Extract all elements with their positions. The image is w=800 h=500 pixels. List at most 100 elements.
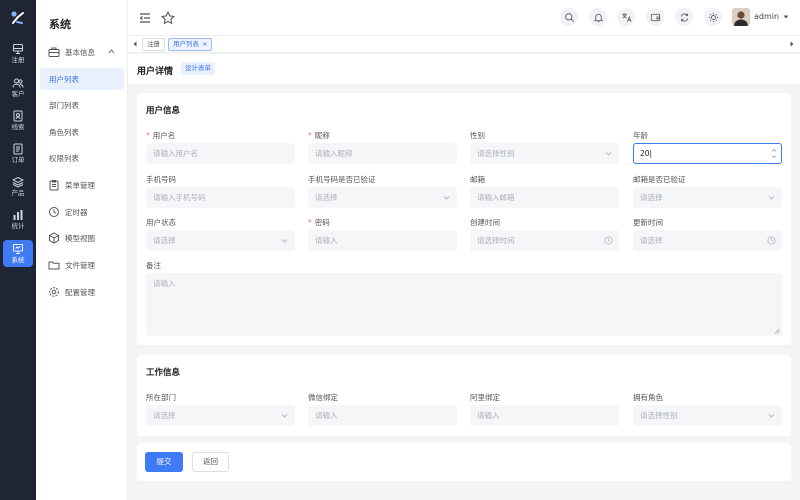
department-select[interactable]: 请选择 [146,405,295,426]
menu-item-model-view[interactable]: 模型视图 [40,227,124,249]
phone-verified-select[interactable]: 请选择 [308,187,457,208]
layers-icon [12,176,24,188]
submenu-panel: 系统 基本信息 用户列表 部门列表 角色列表 权限列表 菜单管理 定时器 模型视… [36,0,128,500]
user-status-select[interactable]: 请选择 [146,230,295,251]
chevron-down-icon [443,196,450,200]
rail-item-products[interactable]: 产品 [3,173,33,200]
clipboard-icon [49,180,59,191]
app-rail: 注册 客户 线索 订单 产品 统计 系统 [0,0,36,500]
tab-label: 注册 [147,40,160,48]
field-label-roles: 拥有角色 [633,393,663,402]
field-label-email: 邮箱 [470,175,485,184]
updated-time-picker[interactable]: 请选择 [633,230,782,251]
menu-item-config-manage[interactable]: 配置管理 [40,281,124,303]
tab-label: 用户列表 [173,40,199,48]
document-icon [13,143,23,155]
menu-group-basic-info[interactable]: 基本信息 [40,41,124,63]
tab-register[interactable]: 注册 [142,38,165,51]
search-button[interactable] [560,8,578,26]
wallet-button[interactable] [646,8,664,26]
menu-group-label: 基本信息 [65,47,95,57]
field-label-wechat: 微信绑定 [308,393,338,402]
rail-item-system[interactable]: 系统 [3,240,33,267]
alibaba-input[interactable]: 请输入 [470,405,619,426]
phone-input[interactable]: 请输入手机号码 [146,187,295,208]
tab-scroll-right-icon[interactable] [788,40,796,48]
theme-toggle-button[interactable] [704,8,722,26]
created-time-picker[interactable]: 请选择时间 [470,230,619,251]
resize-handle-icon[interactable] [774,328,780,334]
menu-item-menu-manage[interactable]: 菜单管理 [40,174,124,196]
password-input[interactable]: 请输入 [308,230,457,251]
username-input[interactable]: 请输入用户名 [146,143,295,164]
rail-item-label: 订单 [11,156,25,164]
rail-item-stats[interactable]: 统计 [3,206,33,233]
menu-item-file-manage[interactable]: 文件管理 [40,254,124,276]
menu-item-timer[interactable]: 定时器 [40,201,124,223]
wechat-input[interactable]: 请输入 [308,405,457,426]
menu-item-label: 用户列表 [49,74,79,84]
back-button[interactable]: 返回 [192,452,229,472]
nickname-input[interactable]: 请输入昵称 [308,143,457,164]
roles-select[interactable]: 请选择性别 [633,405,782,426]
clock-icon [49,207,59,217]
bell-icon [593,13,603,22]
tab-close-icon[interactable]: × [202,40,207,48]
rail-item-orders[interactable]: 订单 [3,140,33,167]
language-button[interactable] [617,8,635,26]
refresh-icon [680,13,688,21]
menu-item-label: 部门列表 [49,100,79,110]
notification-button[interactable] [589,8,607,26]
collapse-menu-icon[interactable] [137,10,153,26]
menu-item-role-list[interactable]: 角色列表 [40,121,124,143]
rail-item-register[interactable]: 注册 [3,40,33,67]
email-input[interactable]: 请输入邮箱 [470,187,619,208]
chevron-up-icon [108,49,115,54]
app-logo-icon[interactable] [10,10,26,26]
field-label-created-time: 创建时间 [470,218,500,227]
refresh-button[interactable] [675,8,693,26]
caret-down-icon[interactable] [783,14,789,20]
top-header: admin [128,0,800,36]
gender-select[interactable]: 请选择性别 [470,143,619,164]
email-verified-select[interactable]: 请选择 [633,187,782,208]
menu-item-label: 文件管理 [65,260,95,270]
badge-icon [13,110,23,122]
cube-icon [49,232,59,244]
menu-item-dept-list[interactable]: 部门列表 [40,94,124,116]
number-stepper-icon[interactable] [770,146,778,161]
chevron-down-icon [605,152,612,156]
remark-textarea[interactable]: 请输入 [146,273,782,336]
tab-scroll-left-icon[interactable] [131,40,139,48]
rail-item-leads[interactable]: 线索 [3,107,33,134]
star-icon[interactable] [160,10,176,26]
field-label-nickname: * 昵称 [308,131,330,140]
search-icon [564,12,574,22]
field-label-user-status: 用户状态 [146,218,176,227]
field-label-department: 所在部门 [146,393,176,402]
submit-button[interactable]: 提交 [145,452,183,472]
rail-item-label: 注册 [11,56,25,64]
menu-item-label: 权限列表 [49,153,79,163]
clock-icon [767,236,776,245]
sun-icon [708,12,718,22]
screen-icon [13,244,23,254]
menu-item-permission-list[interactable]: 权限列表 [40,147,124,169]
age-number-input[interactable]: 20| [633,143,782,164]
avatar[interactable] [732,8,750,26]
field-label-phone: 手机号码 [146,175,176,184]
user-avatar-icon [732,8,750,26]
username[interactable]: admin [754,12,779,21]
user-info-card: 用户信息 * 用户名 请输入用户名 * 昵称 请输入昵称 性别 请选择性别 年龄 2… [137,93,791,345]
tab-user-list[interactable]: 用户列表 × [168,38,213,51]
page-title: 用户详情 [137,67,174,77]
briefcase-icon [48,47,60,57]
menu-item-label: 角色列表 [49,127,79,137]
rail-item-label: 线索 [11,123,25,131]
monitor-icon [13,44,23,54]
menu-item-user-list[interactable]: 用户列表 [40,68,124,90]
design-form-tag[interactable]: 设计表单 [181,62,215,75]
field-label-phone-verified: 手机号码是否已验证 [308,175,376,184]
rail-item-customer[interactable]: 客户 [3,74,33,101]
field-label-email-verified: 邮箱是否已验证 [633,175,686,184]
